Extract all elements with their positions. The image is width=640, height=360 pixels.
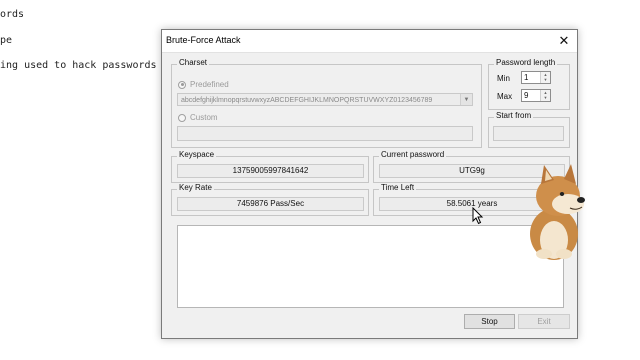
spin-arrows-icon[interactable]: ▲ ▼ bbox=[540, 72, 550, 83]
charset-group-label: Charset bbox=[177, 58, 210, 67]
stop-button[interactable]: Stop bbox=[464, 314, 515, 329]
max-length-stepper[interactable]: 9 ▲ ▼ bbox=[521, 89, 551, 102]
password-length-label: Password length bbox=[494, 58, 558, 67]
shiba-dog-icon bbox=[530, 164, 585, 260]
min-length-value: 1 bbox=[524, 73, 529, 82]
close-icon[interactable]: ✕ bbox=[551, 30, 577, 52]
custom-charset-input[interactable] bbox=[177, 126, 473, 141]
custom-label: Custom bbox=[190, 113, 218, 122]
keyspace-label: Keyspace bbox=[177, 150, 217, 159]
background-text-line-3: ing used to hack passwords bbox=[0, 60, 157, 71]
key-rate-label: Key Rate bbox=[177, 183, 214, 192]
current-password-label: Current password bbox=[379, 150, 447, 159]
log-textarea[interactable] bbox=[177, 225, 564, 308]
arrow-cursor-icon bbox=[472, 207, 484, 225]
predefined-label: Predefined bbox=[190, 80, 229, 89]
min-length-stepper[interactable]: 1 ▲ ▼ bbox=[521, 71, 551, 84]
exit-button[interactable]: Exit bbox=[518, 314, 570, 329]
time-left-label: Time Left bbox=[379, 183, 417, 192]
charset-select-value: abcdefghijklmnopqrstuvwxyzABCDEFGHIJKLMN… bbox=[181, 97, 433, 104]
keyspace-value: 13759005997841642 bbox=[177, 164, 364, 178]
start-from-input[interactable] bbox=[493, 126, 564, 141]
charset-select[interactable]: abcdefghijklmnopqrstuvwxyzABCDEFGHIJKLMN… bbox=[177, 93, 473, 106]
start-from-label: Start from bbox=[494, 111, 534, 120]
title-bar[interactable]: Brute-Force Attack ✕ bbox=[162, 30, 577, 53]
min-label: Min bbox=[497, 74, 510, 83]
brute-force-dialog: Brute-Force Attack ✕ Charset Predefined … bbox=[161, 29, 578, 339]
custom-radio[interactable]: Custom bbox=[178, 113, 218, 122]
dialog-title: Brute-Force Attack bbox=[166, 35, 241, 45]
background-text-line-2: pe bbox=[0, 35, 13, 46]
max-length-value: 9 bbox=[524, 91, 529, 100]
background-text-line-1: ords bbox=[0, 9, 25, 20]
radio-unchecked-icon bbox=[178, 113, 186, 122]
key-rate-value: 7459876 Pass/Sec bbox=[177, 197, 364, 211]
spin-arrows-icon[interactable]: ▲ ▼ bbox=[540, 90, 550, 101]
max-label: Max bbox=[497, 92, 513, 101]
chevron-down-icon[interactable]: ▼ bbox=[460, 94, 472, 105]
predefined-radio[interactable]: Predefined bbox=[178, 80, 229, 89]
radio-checked-icon bbox=[178, 80, 186, 89]
